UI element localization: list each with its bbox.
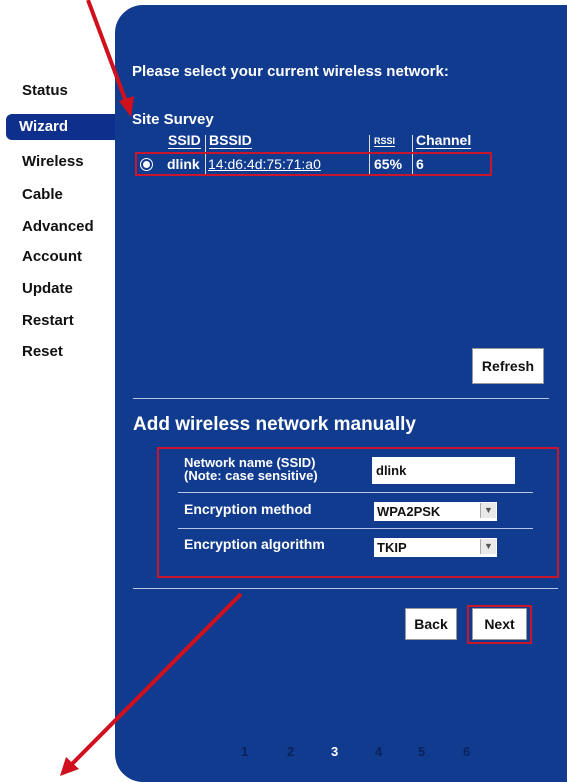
annotation-arrowhead-top (119, 96, 134, 117)
annotation-arrows (60, 0, 243, 776)
annotation-arrow-bottom (64, 592, 243, 772)
annotation-arrow-top (86, 0, 130, 108)
